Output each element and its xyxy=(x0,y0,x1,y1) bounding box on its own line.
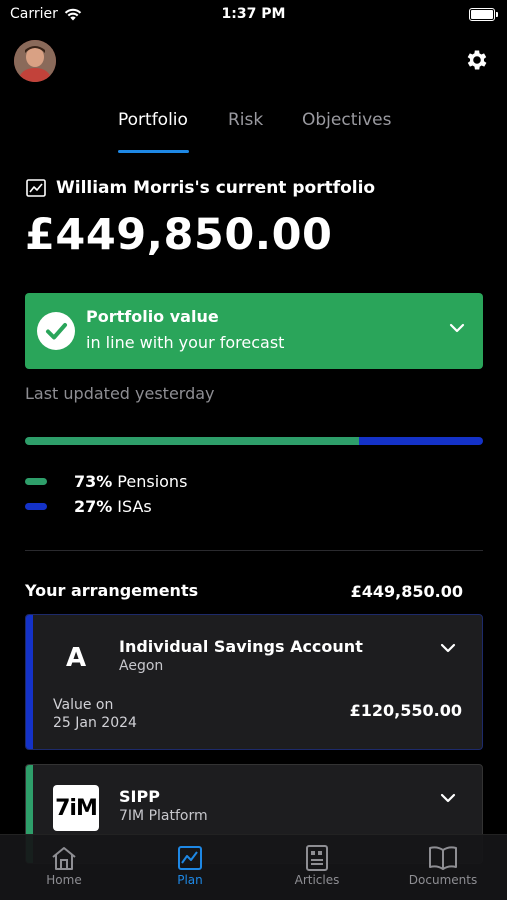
chart-icon xyxy=(178,846,202,870)
legend-row-isas: 27% ISAs xyxy=(25,494,187,519)
portfolio-title-row: William Morris's current portfolio xyxy=(26,178,375,198)
avatar-image xyxy=(14,40,56,82)
legend-label: ISAs xyxy=(117,497,152,516)
arrangement-name: Individual Savings Account xyxy=(119,637,363,656)
allocation-segment-pensions xyxy=(25,437,360,445)
nav-home[interactable]: Home xyxy=(9,845,119,887)
arrangement-provider: Aegon xyxy=(119,658,164,674)
nav-label: Home xyxy=(46,873,82,887)
arrangement-card-isa[interactable]: A Individual Savings Account Aegon Value… xyxy=(25,614,483,750)
avatar[interactable] xyxy=(14,40,56,82)
arrangement-value: £120,550.00 xyxy=(349,701,462,720)
status-card-subtitle: in line with your forecast xyxy=(86,333,285,352)
nav-label: Documents xyxy=(408,873,478,887)
tab-active-indicator xyxy=(118,150,189,153)
tab-risk[interactable]: Risk xyxy=(228,110,263,130)
article-icon xyxy=(306,845,328,871)
book-icon xyxy=(429,846,457,870)
status-time: 1:37 PM xyxy=(221,6,286,22)
chevron-down-icon[interactable] xyxy=(440,643,456,653)
status-bar: Carrier 1:37 PM xyxy=(0,0,507,30)
tab-objectives[interactable]: Objectives xyxy=(302,110,391,130)
card-accent-bar xyxy=(26,615,33,749)
arrangement-name: SIPP xyxy=(119,787,160,806)
section-divider xyxy=(25,550,483,551)
arrangements-heading: Your arrangements xyxy=(25,581,199,600)
home-icon xyxy=(52,847,76,870)
status-card-title: Portfolio value xyxy=(86,307,219,326)
legend-pct: 27% xyxy=(74,497,113,516)
legend-swatch-pensions xyxy=(25,478,47,485)
portfolio-status-card[interactable]: Portfolio value in line with your foreca… xyxy=(25,293,483,369)
nav-plan[interactable]: Plan xyxy=(135,845,245,887)
value-date: 25 Jan 2024 xyxy=(53,715,137,731)
arrangements-header: Your arrangements £449,850.00 xyxy=(25,581,463,601)
portfolio-total-value: £449,850.00 xyxy=(25,210,333,260)
allocation-segment-isas xyxy=(359,437,483,445)
portfolio-title: William Morris's current portfolio xyxy=(56,178,376,198)
tab-portfolio[interactable]: Portfolio xyxy=(118,110,188,130)
arrangements-total: £449,850.00 xyxy=(350,582,463,601)
allocation-bar xyxy=(25,437,483,445)
bottom-tab-bar: Home Plan Articles Documents xyxy=(0,834,507,900)
value-on-label: Value on xyxy=(53,697,114,713)
nav-documents[interactable]: Documents xyxy=(388,845,498,887)
legend-swatch-isas xyxy=(25,503,47,510)
chevron-down-icon[interactable] xyxy=(440,793,456,803)
check-circle-icon xyxy=(37,312,75,350)
last-updated-text: Last updated yesterday xyxy=(25,384,215,403)
nav-articles[interactable]: Articles xyxy=(262,845,372,887)
settings-gear-icon[interactable] xyxy=(464,47,490,73)
nav-label: Plan xyxy=(177,873,203,887)
legend-row-pensions: 73% Pensions xyxy=(25,469,187,494)
tab-bar: Portfolio Risk Objectives xyxy=(0,110,507,155)
chevron-down-icon[interactable] xyxy=(449,323,465,333)
chart-icon xyxy=(26,179,46,197)
arrangement-provider: 7IM Platform xyxy=(119,808,208,824)
legend-pct: 73% xyxy=(74,472,113,491)
legend-label: Pensions xyxy=(117,472,188,491)
aegon-logo: A xyxy=(65,643,87,673)
allocation-legend: 73% Pensions 27% ISAs xyxy=(25,469,187,519)
nav-label: Articles xyxy=(294,873,340,887)
value-date-label: Value on 25 Jan 2024 xyxy=(53,696,137,732)
7im-logo: 7iM xyxy=(53,785,99,831)
battery-icon xyxy=(469,8,498,21)
